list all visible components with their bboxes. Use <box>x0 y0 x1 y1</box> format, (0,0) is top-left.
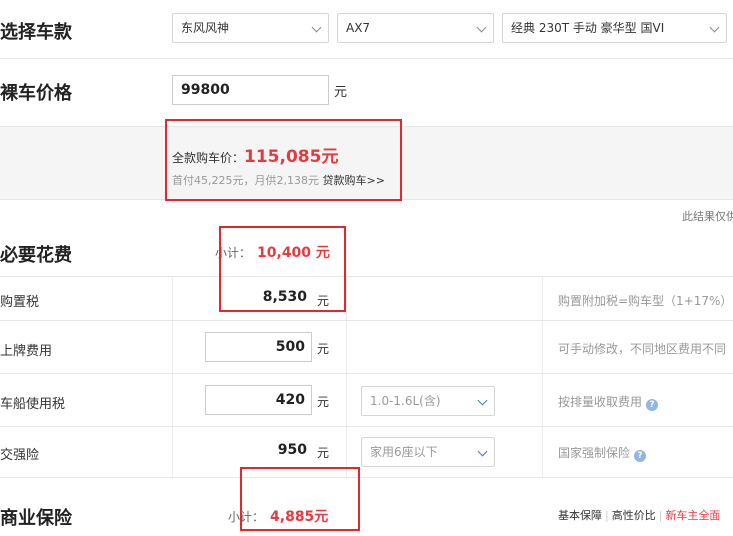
bare-price-title: 裸车价格 <box>0 83 72 104</box>
trim-select[interactable]: 经典 230T 手动 豪华型 国VI <box>502 13 727 43</box>
commercial-insurance-title: 商业保险 <box>0 508 72 529</box>
vehicle-tax-note: 按排量收取费用? <box>558 393 659 411</box>
tab-comprehensive[interactable]: 新车主全面 <box>665 509 720 522</box>
compulsory-insurance-value: 950 <box>277 442 307 458</box>
highlight-box-full-price <box>165 119 402 201</box>
chevron-down-icon <box>477 395 488 406</box>
model-select[interactable]: AX7 <box>337 13 494 43</box>
insurance-plan-tabs: 基本保障 | 高性价比 | 新车主全面 <box>558 507 720 523</box>
registration-fee-input[interactable]: 500 <box>205 332 312 362</box>
highlight-box-required-subtotal <box>219 226 346 312</box>
brand-select[interactable]: 东风风神 <box>172 13 329 43</box>
vehicle-tax-value: 420 <box>275 392 305 408</box>
select-car-title: 选择车款 <box>0 22 72 43</box>
tab-value[interactable]: 高性价比 <box>612 509 656 522</box>
compulsory-insurance-note: 国家强制保险? <box>558 444 647 462</box>
seats-select[interactable]: 家用6座以下 <box>361 437 495 467</box>
tab-separator: | <box>605 509 609 522</box>
row-label-compulsory-insurance: 交强险 <box>0 448 40 463</box>
registration-note: 可手动修改，不同地区费用不同 <box>558 342 727 356</box>
model-select-value: AX7 <box>346 21 371 35</box>
highlight-box-commercial-subtotal <box>240 467 360 531</box>
vehicle-tax-unit: 元 <box>317 395 330 409</box>
bare-price-unit: 元 <box>334 85 348 100</box>
bare-price-input[interactable]: 99800 <box>172 75 329 105</box>
purchase-tax-note: 购置附加税=购车型（1+17%） <box>558 294 733 308</box>
displacement-select[interactable]: 1.0-1.6L(含) <box>361 386 495 416</box>
chevron-down-icon <box>311 22 322 33</box>
disclaimer-text: 此结果仅供 <box>682 210 733 223</box>
seats-select-value: 家用6座以下 <box>370 445 438 459</box>
row-label-vehicle-tax: 车船使用税 <box>0 397 66 412</box>
help-icon[interactable]: ? <box>634 450 647 462</box>
displacement-select-value: 1.0-1.6L(含) <box>370 394 441 408</box>
bare-price-value: 99800 <box>181 82 230 98</box>
chevron-down-icon <box>477 446 488 457</box>
table-col-divider <box>346 277 347 477</box>
compulsory-insurance-unit: 元 <box>317 446 330 460</box>
brand-select-value: 东风风神 <box>181 21 230 35</box>
registration-fee-value: 500 <box>275 339 305 355</box>
table-col-divider <box>172 277 173 477</box>
divider <box>0 320 733 321</box>
help-icon[interactable]: ? <box>646 399 659 411</box>
divider <box>0 426 733 427</box>
registration-fee-unit: 元 <box>317 342 330 356</box>
chevron-down-icon <box>709 22 720 33</box>
divider <box>0 276 733 277</box>
divider <box>0 58 733 59</box>
tab-basic[interactable]: 基本保障 <box>558 509 602 522</box>
tab-separator: | <box>658 509 663 522</box>
row-label-purchase-tax: 购置税 <box>0 295 40 310</box>
table-col-divider <box>542 277 543 477</box>
vehicle-tax-input[interactable]: 420 <box>205 385 312 415</box>
trim-select-value: 经典 230T 手动 豪华型 国VI <box>511 21 665 35</box>
divider <box>0 373 733 374</box>
chevron-down-icon <box>476 22 487 33</box>
required-fees-title: 必要花费 <box>0 245 72 266</box>
vehicle-tax-note-text: 按排量收取费用 <box>558 395 643 409</box>
row-label-registration: 上牌费用 <box>0 344 53 359</box>
divider <box>0 477 733 478</box>
compulsory-insurance-note-text: 国家强制保险 <box>558 446 631 460</box>
